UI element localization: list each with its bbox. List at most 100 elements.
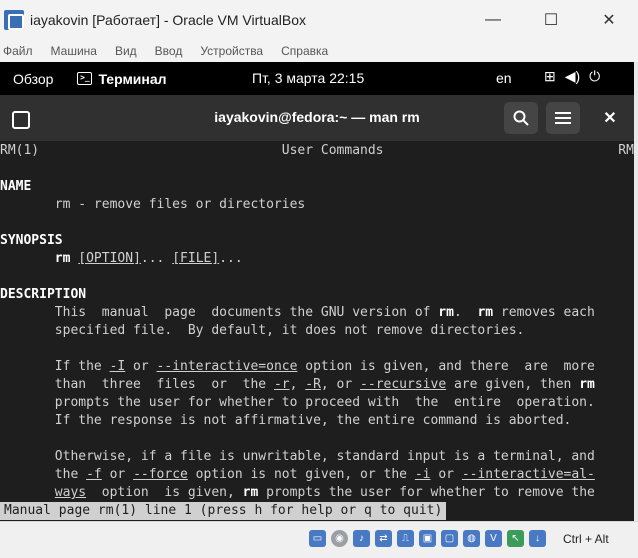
terminal-text: prompts the user for whether to remove t… [258, 485, 595, 500]
terminal-text: rm [579, 377, 595, 392]
terminal-line: If the response is not affirmative, the … [0, 412, 572, 430]
window-edge [634, 62, 638, 521]
terminal-text: --interactive=once [156, 359, 298, 374]
terminal-text: than three files or the [0, 377, 274, 392]
terminal-text: If the response is not affirmative, the … [0, 413, 572, 428]
volume-icon: ◀) [564, 68, 581, 84]
terminal-line: the -f or --force option is not given, o… [0, 466, 595, 484]
terminal-text: SYNOPSIS [0, 233, 63, 248]
minimize-button[interactable]: — [464, 0, 522, 40]
menu-machine[interactable]: Машина [51, 44, 97, 58]
terminal-text: or [125, 359, 157, 374]
terminal-text: specified file. By default, it does not … [0, 323, 525, 338]
host-key-label: Ctrl + Alt [563, 532, 609, 546]
maximize-button[interactable]: ☐ [522, 0, 580, 40]
optical-disk-icon[interactable]: ◉ [331, 530, 348, 547]
terminal-line: DESCRIPTION [0, 286, 86, 304]
terminal-line: If the -I or --interactive=once option i… [0, 358, 595, 376]
cpu-icon[interactable]: V [485, 530, 502, 547]
terminal-content[interactable]: RM(1) User Commands RM(1) NAME rm - remov… [0, 141, 638, 521]
menu-help[interactable]: Справка [281, 44, 328, 58]
terminal-text: the [0, 467, 87, 482]
terminal-line: than three files or the -r, -R, or --rec… [0, 376, 595, 394]
terminal-text: -I [109, 359, 126, 374]
terminal-line: RM(1) User Commands RM(1) [0, 142, 638, 160]
pager-status-line: Manual page rm(1) line 1 (press h for he… [0, 502, 447, 520]
recording-icon[interactable]: ◍ [463, 530, 480, 547]
terminal-text: RM(1) User Commands RM(1) [0, 143, 638, 158]
host-titlebar: iayakovin [Работает] - Oracle VM Virtual… [0, 0, 638, 40]
clock[interactable]: Пт, 3 марта 22:15 [252, 70, 364, 86]
terminal-text: rm - remove files or directories [0, 197, 306, 212]
terminal-text: ... [219, 251, 243, 266]
terminal-line: Otherwise, if a file is unwritable, stan… [0, 448, 595, 466]
terminal-text: option is given, [86, 485, 243, 500]
terminal-text: -f [86, 467, 102, 482]
hdd-icon[interactable]: ▭ [309, 530, 326, 547]
terminal-text: --recursive [360, 377, 447, 392]
power-icon: ⏻ [589, 68, 601, 84]
download-icon[interactable]: ↓ [529, 530, 546, 547]
terminal-line: This manual page documents the GNU versi… [0, 304, 595, 322]
keyboard-layout-indicator[interactable]: en [496, 70, 512, 86]
terminal-title: iayakovin@fedora:~ — man rm [214, 109, 420, 125]
terminal-line: prompts the user for whether to proceed … [0, 394, 595, 412]
gnome-top-bar: Обзор >_ Терминал Пт, 3 марта 22:15 en ⊞… [0, 62, 634, 95]
search-icon [513, 110, 529, 126]
mouse-integration-icon[interactable]: ↖ [507, 530, 524, 547]
system-tray[interactable]: ⊞ ◀) ⏻ [544, 68, 609, 85]
activities-button[interactable]: Обзор [13, 71, 53, 87]
terminal-text: NAME [0, 179, 32, 194]
window-title: iayakovin [Работает] - Oracle VM Virtual… [30, 12, 306, 28]
terminal-text: --interactive=al- [461, 467, 595, 482]
menu-view[interactable]: Вид [115, 44, 137, 58]
terminal-text: prompts the user for whether to proceed … [0, 395, 595, 410]
terminal-text: [OPTION] [78, 251, 141, 266]
host-menubar: Файл Машина Вид Ввод Устройства Справка [0, 40, 638, 62]
shared-folder-icon[interactable]: ▣ [419, 530, 436, 547]
virtualbox-icon [4, 10, 24, 30]
terminal-text: If the [0, 359, 110, 374]
app-menu-button[interactable]: >_ Терминал [77, 71, 167, 87]
terminal-text: ways [54, 485, 87, 500]
terminal-text: -i [414, 467, 431, 482]
terminal-text: or [430, 467, 462, 482]
audio-icon[interactable]: ♪ [353, 530, 370, 547]
terminal-text: DESCRIPTION [0, 287, 87, 302]
terminal-close-button[interactable]: ✕ [598, 106, 622, 130]
search-button[interactable] [504, 102, 538, 134]
terminal-text: rm [438, 305, 454, 320]
terminal-text: . [453, 305, 478, 320]
terminal-text: option is given, and there are more [297, 359, 595, 374]
terminal-text: or [101, 467, 134, 482]
terminal-text: option is not given, or the [187, 467, 415, 482]
device-status-icons: ▭ ◉ ♪ ⇄ ⎍ ▣ ▢ ◍ V ↖ ↓ [309, 530, 551, 547]
network-icon: ⊞ [544, 68, 556, 84]
hamburger-menu-button[interactable] [546, 102, 580, 134]
terminal-text: -r [273, 377, 290, 392]
window-controls: — ☐ ✕ [464, 0, 638, 40]
terminal-line: rm - remove files or directories [0, 196, 305, 214]
terminal-text: --force [133, 467, 188, 482]
terminal-text: , [289, 377, 306, 392]
usb-icon[interactable]: ⎍ [397, 530, 414, 547]
terminal-line: SYNOPSIS [0, 232, 63, 250]
close-button[interactable]: ✕ [580, 0, 638, 40]
terminal-text: rm [54, 251, 71, 266]
menu-input[interactable]: Ввод [155, 44, 183, 58]
network-icon[interactable]: ⇄ [375, 530, 392, 547]
terminal-text: rm [242, 485, 259, 500]
terminal-text: ... [140, 251, 173, 266]
terminal-line: specified file. By default, it does not … [0, 322, 525, 340]
terminal-text: [FILE] [172, 251, 220, 266]
terminal-text: -R [305, 377, 321, 392]
menu-devices[interactable]: Устройства [200, 44, 263, 58]
hamburger-icon [555, 112, 571, 124]
host-statusbar: ▭ ◉ ♪ ⇄ ⎍ ▣ ▢ ◍ V ↖ ↓ Ctrl + Alt [0, 521, 638, 558]
terminal-text: , or [320, 377, 361, 392]
display-icon[interactable]: ▢ [441, 530, 458, 547]
terminal-text: rm [477, 305, 494, 320]
menu-file[interactable]: Файл [3, 44, 33, 58]
